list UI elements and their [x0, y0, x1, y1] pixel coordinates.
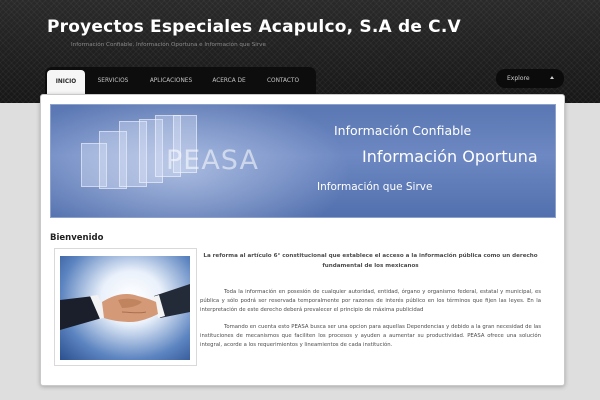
explore-label: Explore	[507, 75, 530, 82]
banner-line-sirve: Información que Sirve	[317, 181, 433, 193]
banner-logo-text: PEASA	[166, 145, 259, 176]
welcome-heading: Bienvenido	[50, 233, 104, 243]
site-title: Proyectos Especiales Acapulco, S.A de C.…	[47, 17, 461, 37]
main-nav: INICIO SERVICIOS APLICACIONES ACERCA DE …	[45, 67, 316, 97]
nav-item-contacto[interactable]: CONTACTO	[261, 67, 305, 96]
welcome-text: La reforma al artículo 6° constitucional…	[200, 252, 541, 358]
banner-line-oportuna: Información Oportuna	[362, 147, 538, 166]
nav-item-acerca-de[interactable]: ACERCA DE	[207, 67, 251, 96]
paragraph-information-public: Toda la información en posesión de cualq…	[200, 289, 541, 313]
nav-item-inicio[interactable]: INICIO	[47, 70, 85, 97]
banner: PEASA Información Confiable Información …	[50, 104, 556, 218]
handshake-image-frame	[54, 248, 197, 366]
content-panel: PEASA Información Confiable Información …	[40, 94, 565, 386]
banner-line-confiable: Información Confiable	[334, 123, 472, 138]
caret-up-icon	[550, 76, 554, 79]
site-tagline: Información Confiable, Información Oport…	[71, 42, 266, 48]
nav-item-servicios[interactable]: SERVICIOS	[91, 67, 135, 96]
handshake-image	[60, 256, 190, 360]
nav-item-aplicaciones[interactable]: APLICACIONES	[146, 67, 196, 96]
intro-statement: La reforma al artículo 6° constitucional…	[203, 253, 538, 269]
explore-dropdown[interactable]: Explore	[496, 69, 564, 88]
paragraph-peasa-solution: Tomando en cuenta esto PEASA busca ser u…	[200, 324, 541, 348]
site-header: Proyectos Especiales Acapulco, S.A de C.…	[0, 0, 600, 103]
handshake-illustration	[60, 284, 190, 330]
